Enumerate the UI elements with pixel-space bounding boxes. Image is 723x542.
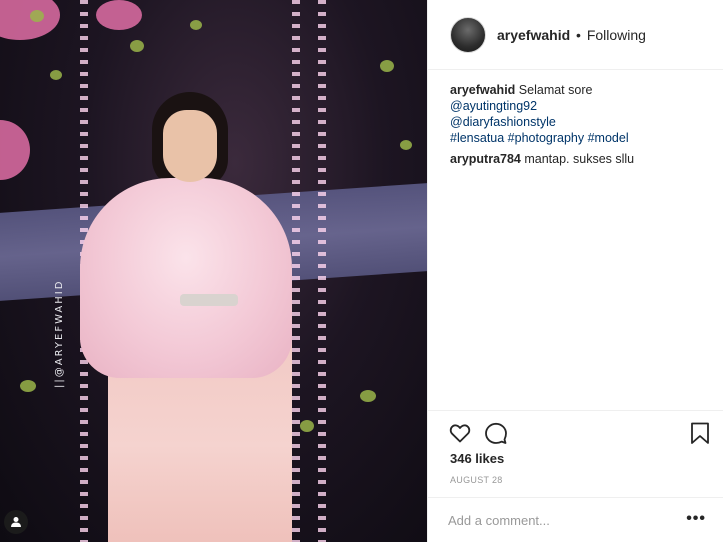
comment-bubble-icon bbox=[485, 422, 507, 444]
vine-leaf bbox=[300, 420, 314, 432]
heart-icon bbox=[449, 424, 471, 443]
caption-text: Selamat sore bbox=[518, 83, 593, 97]
comment-text: mantap. sukses sllu bbox=[524, 152, 635, 166]
vine-leaf bbox=[20, 380, 36, 392]
more-options-button[interactable]: ••• bbox=[686, 510, 706, 528]
caption: aryefwahid Selamat sore bbox=[450, 82, 712, 98]
follow-status-button[interactable]: Following bbox=[587, 27, 646, 43]
post-actions: 346 likes AUGUST 28 ••• bbox=[428, 410, 723, 542]
comment-item: aryputra784 mantap. sukses sllu bbox=[450, 151, 712, 167]
comment-button[interactable] bbox=[484, 421, 508, 445]
vine-leaf bbox=[50, 70, 62, 80]
header-user-info: aryefwahid • Following bbox=[497, 27, 646, 43]
user-tag-glyph bbox=[11, 517, 21, 527]
vine-leaf bbox=[400, 140, 412, 150]
figure-fur-coat bbox=[80, 178, 292, 378]
caption-username[interactable]: aryefwahid bbox=[450, 83, 515, 97]
photo-watermark: ||@ARYEFWAHID bbox=[54, 279, 65, 388]
header-separator: • bbox=[576, 26, 581, 43]
figure-face bbox=[163, 110, 217, 182]
save-button[interactable] bbox=[688, 421, 712, 445]
background-decoration bbox=[0, 0, 60, 40]
post-header: aryefwahid • Following bbox=[428, 0, 723, 70]
post-photo[interactable]: ||@ARYEFWAHID bbox=[0, 0, 427, 542]
post-date[interactable]: AUGUST 28 bbox=[450, 475, 503, 485]
like-button[interactable] bbox=[448, 421, 472, 445]
comment-input[interactable] bbox=[448, 509, 668, 531]
likes-count[interactable]: 346 likes bbox=[450, 451, 504, 466]
add-comment-bar: ••• bbox=[428, 497, 723, 542]
vine-leaf bbox=[30, 10, 44, 22]
comment-username[interactable]: aryputra784 bbox=[450, 152, 521, 166]
vine-leaf bbox=[130, 40, 144, 52]
post-side-panel: aryefwahid • Following aryefwahid Selama… bbox=[427, 0, 723, 542]
hashtag-links[interactable]: #lensatua #photography #model bbox=[450, 130, 712, 146]
light-string bbox=[318, 0, 326, 542]
header-username[interactable]: aryefwahid bbox=[497, 27, 570, 43]
light-string bbox=[292, 0, 300, 542]
vine-leaf bbox=[190, 20, 202, 30]
avatar[interactable] bbox=[450, 16, 486, 53]
mention-link[interactable]: @diaryfashionstyle bbox=[450, 114, 712, 130]
bookmark-icon bbox=[691, 422, 709, 444]
user-tag-icon[interactable] bbox=[4, 510, 28, 534]
vine-leaf bbox=[360, 390, 376, 402]
comments-list: aryefwahid Selamat sore @ayutingting92 @… bbox=[450, 82, 712, 167]
figure-belt bbox=[180, 294, 238, 306]
background-decoration bbox=[0, 120, 30, 180]
mention-link[interactable]: @ayutingting92 bbox=[450, 98, 712, 114]
background-decoration bbox=[96, 0, 142, 30]
vine-leaf bbox=[380, 60, 394, 72]
